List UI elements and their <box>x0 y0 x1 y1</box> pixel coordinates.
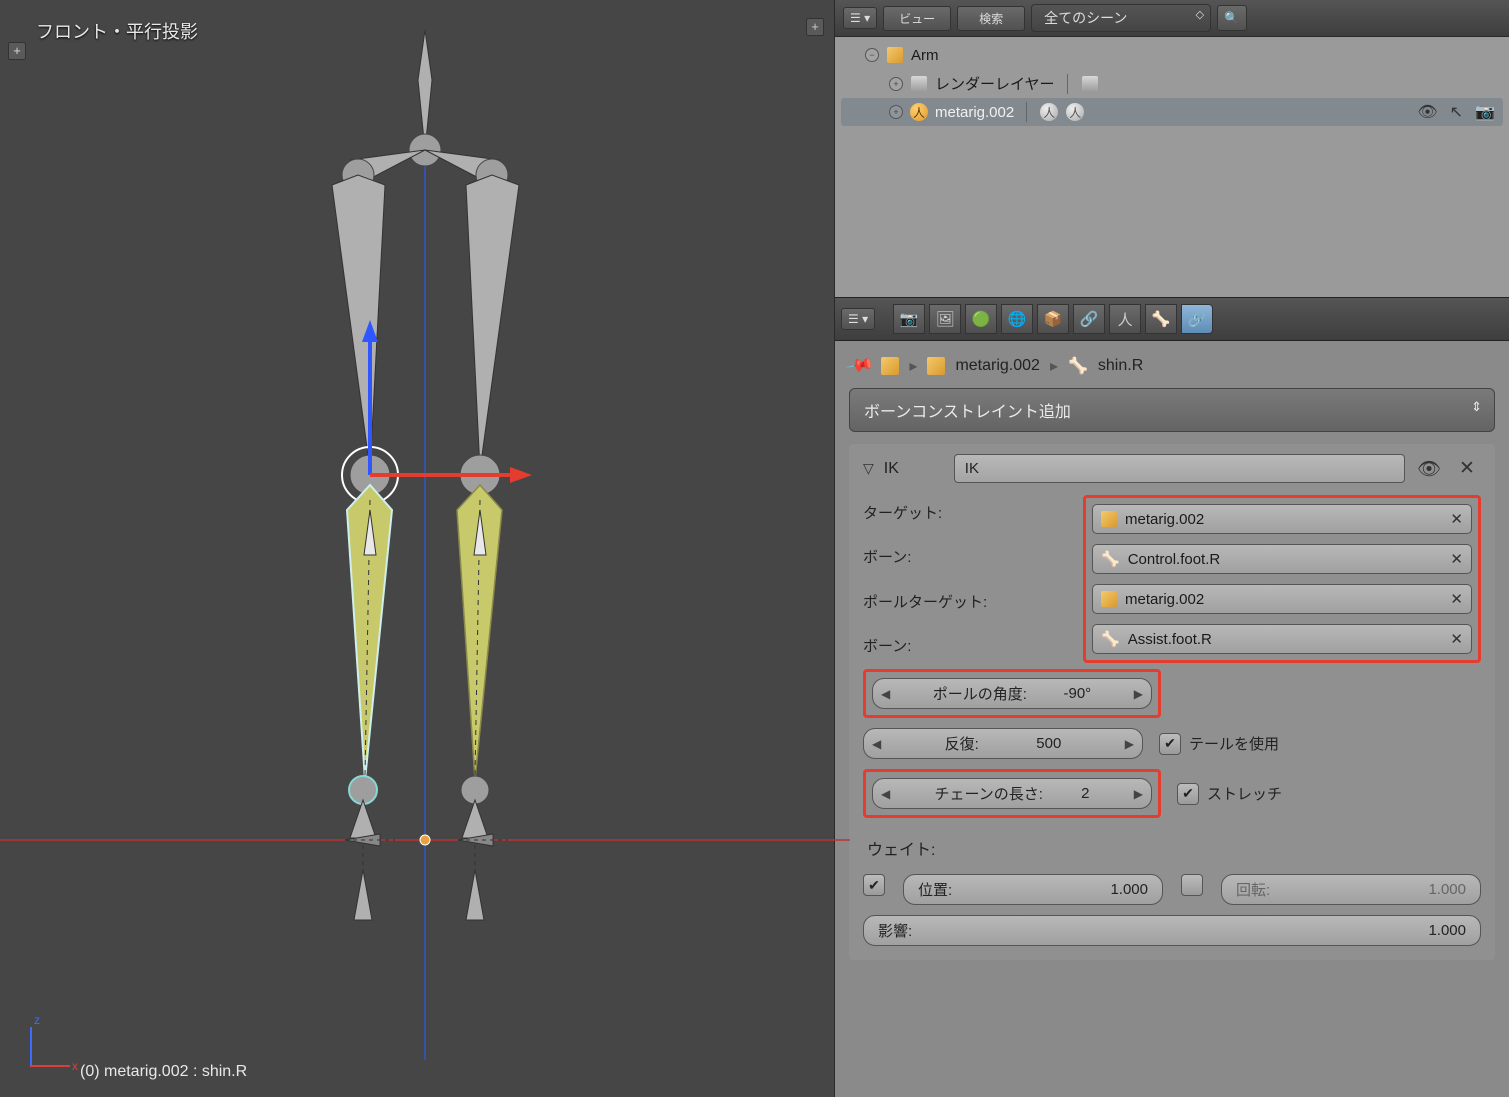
tab-bone[interactable]: 🦴 <box>1145 304 1177 334</box>
iterations-field[interactable]: ◀ 反復: 500 ▶ <box>863 728 1143 759</box>
scene-icon <box>887 47 903 63</box>
target-field[interactable]: metarig.002 ✕ <box>1092 504 1472 534</box>
bone-icon: 🦴 <box>1068 356 1088 376</box>
chevron-right-icon[interactable]: ▶ <box>1125 737 1134 751</box>
position-weight-checkbox[interactable] <box>863 874 885 896</box>
tab-object[interactable]: 📦 <box>1037 304 1069 334</box>
position-weight-field[interactable]: 位置: 1.000 <box>903 874 1163 905</box>
viewport-status: (0) metarig.002 : shin.R <box>80 1063 247 1081</box>
pole-bone-label: ボーン: <box>863 635 1073 656</box>
eye-icon[interactable]: 👁 <box>1417 102 1437 122</box>
tab-armature-data[interactable]: 人 <box>1109 304 1141 334</box>
chevron-right-icon[interactable]: ▶ <box>1134 687 1143 701</box>
use-tail-checkbox[interactable] <box>1159 733 1181 755</box>
tree-label: Arm <box>911 47 939 64</box>
use-tail-label: テールを使用 <box>1189 733 1279 754</box>
pole-bone-field[interactable]: 🦴 Assist.foot.R ✕ <box>1092 624 1472 654</box>
close-icon[interactable]: ✕ <box>1453 455 1481 483</box>
influence-field[interactable]: 影響: 1.000 <box>863 915 1481 946</box>
eye-icon[interactable]: 👁 <box>1415 455 1443 483</box>
tab-render-layers[interactable]: 🖼 <box>929 304 961 334</box>
chain-length-field[interactable]: ◀ チェーンの長さ: 2 ▶ <box>872 778 1152 809</box>
viewport-3d[interactable]: フロント・平行投影 + + <box>0 0 835 1097</box>
chevron-left-icon[interactable]: ◀ <box>881 687 890 701</box>
armature-icon: 人 <box>910 103 928 121</box>
tab-world[interactable]: 🌐 <box>1001 304 1033 334</box>
object-icon <box>1101 511 1117 527</box>
bone-icon: 🦴 <box>1101 550 1120 568</box>
plus-icon[interactable]: + <box>889 77 903 91</box>
properties-header: ☰ ▾ 📷 🖼 🟢 🌐 📦 🔗 人 🦴 🔗 <box>835 297 1509 341</box>
search-icon[interactable]: 🔍 <box>1217 5 1247 31</box>
layers-icon <box>1082 76 1098 92</box>
pole-target-field[interactable]: metarig.002 ✕ <box>1092 584 1472 614</box>
outliner-tree[interactable]: − Arm + レンダーレイヤー + 人 metarig.002 人 人 👁 <box>835 37 1509 297</box>
constraint-type-label: IK <box>884 460 944 478</box>
cursor-icon[interactable]: ↖ <box>1450 102 1463 122</box>
camera-icon[interactable]: 📷 <box>1475 102 1495 122</box>
scene-icon <box>881 357 899 375</box>
tab-constraints[interactable]: 🔗 <box>1073 304 1105 334</box>
armature-pose-icon: 人 <box>1040 103 1058 121</box>
rotation-weight-checkbox[interactable] <box>1181 874 1203 896</box>
outliner-header: ☰ ▾ ビュー 検索 全てのシーン 🔍 <box>835 0 1509 37</box>
tree-label: metarig.002 <box>935 104 1014 121</box>
plus-icon[interactable]: + <box>889 105 903 119</box>
add-bone-constraint-dropdown[interactable]: ボーンコンストレイント追加 <box>849 388 1495 432</box>
object-icon <box>927 357 945 375</box>
tree-label: レンダーレイヤー <box>935 73 1055 94</box>
chevron-right-icon: ▸ <box>1050 356 1058 376</box>
tree-row-render-layers[interactable]: + レンダーレイヤー <box>841 69 1503 98</box>
clear-icon[interactable]: ✕ <box>1450 510 1463 528</box>
chevron-right-icon[interactable]: ▶ <box>1134 787 1143 801</box>
collapse-toggle[interactable]: ▽ <box>863 460 874 477</box>
chevron-right-icon: ▸ <box>909 356 917 376</box>
minus-icon[interactable]: − <box>865 48 879 62</box>
clear-icon[interactable]: ✕ <box>1450 590 1463 608</box>
chevron-left-icon[interactable]: ◀ <box>881 787 890 801</box>
breadcrumb-bone[interactable]: shin.R <box>1098 357 1143 375</box>
armature-data-icon: 人 <box>1066 103 1084 121</box>
pole-target-label: ポールターゲット: <box>863 591 1073 612</box>
tab-render[interactable]: 📷 <box>893 304 925 334</box>
pole-angle-field[interactable]: ◀ ポールの角度: -90° ▶ <box>872 678 1152 709</box>
breadcrumb-object[interactable]: metarig.002 <box>955 357 1040 375</box>
constraint-panel-ik: ▽ IK 👁 ✕ ターゲット: metarig.002 ✕ <box>849 444 1495 960</box>
tree-row-scene[interactable]: − Arm <box>841 41 1503 69</box>
constraint-name-input[interactable] <box>954 454 1405 483</box>
tree-row-armature[interactable]: + 人 metarig.002 人 人 👁 ↖ 📷 <box>841 98 1503 126</box>
clear-icon[interactable]: ✕ <box>1450 550 1463 568</box>
breadcrumb: 📌 ▸ metarig.002 ▸ 🦴 shin.R <box>849 355 1495 376</box>
layers-icon <box>911 76 927 92</box>
stretch-label: ストレッチ <box>1207 783 1282 804</box>
rotation-weight-field[interactable]: 回転: 1.000 <box>1221 874 1481 905</box>
bone-target-field[interactable]: 🦴 Control.foot.R ✕ <box>1092 544 1472 574</box>
chevron-left-icon[interactable]: ◀ <box>872 737 881 751</box>
tab-scene[interactable]: 🟢 <box>965 304 997 334</box>
tab-bone-constraints[interactable]: 🔗 <box>1181 304 1213 334</box>
properties-body: 📌 ▸ metarig.002 ▸ 🦴 shin.R ボーンコンストレイント追加… <box>835 341 1509 1097</box>
outliner-menu-search[interactable]: 検索 <box>957 6 1025 31</box>
bone-icon: 🦴 <box>1101 630 1120 648</box>
weight-heading: ウェイト: <box>867 836 1481 860</box>
clear-icon[interactable]: ✕ <box>1450 630 1463 648</box>
stretch-checkbox[interactable] <box>1177 783 1199 805</box>
target-label: ターゲット: <box>863 502 1073 523</box>
armature-render <box>0 0 850 1060</box>
outliner-scope-dropdown[interactable]: 全てのシーン <box>1031 4 1211 32</box>
object-icon <box>1101 591 1117 607</box>
bone-label: ボーン: <box>863 546 1073 567</box>
outliner-menu-view[interactable]: ビュー <box>883 6 951 31</box>
